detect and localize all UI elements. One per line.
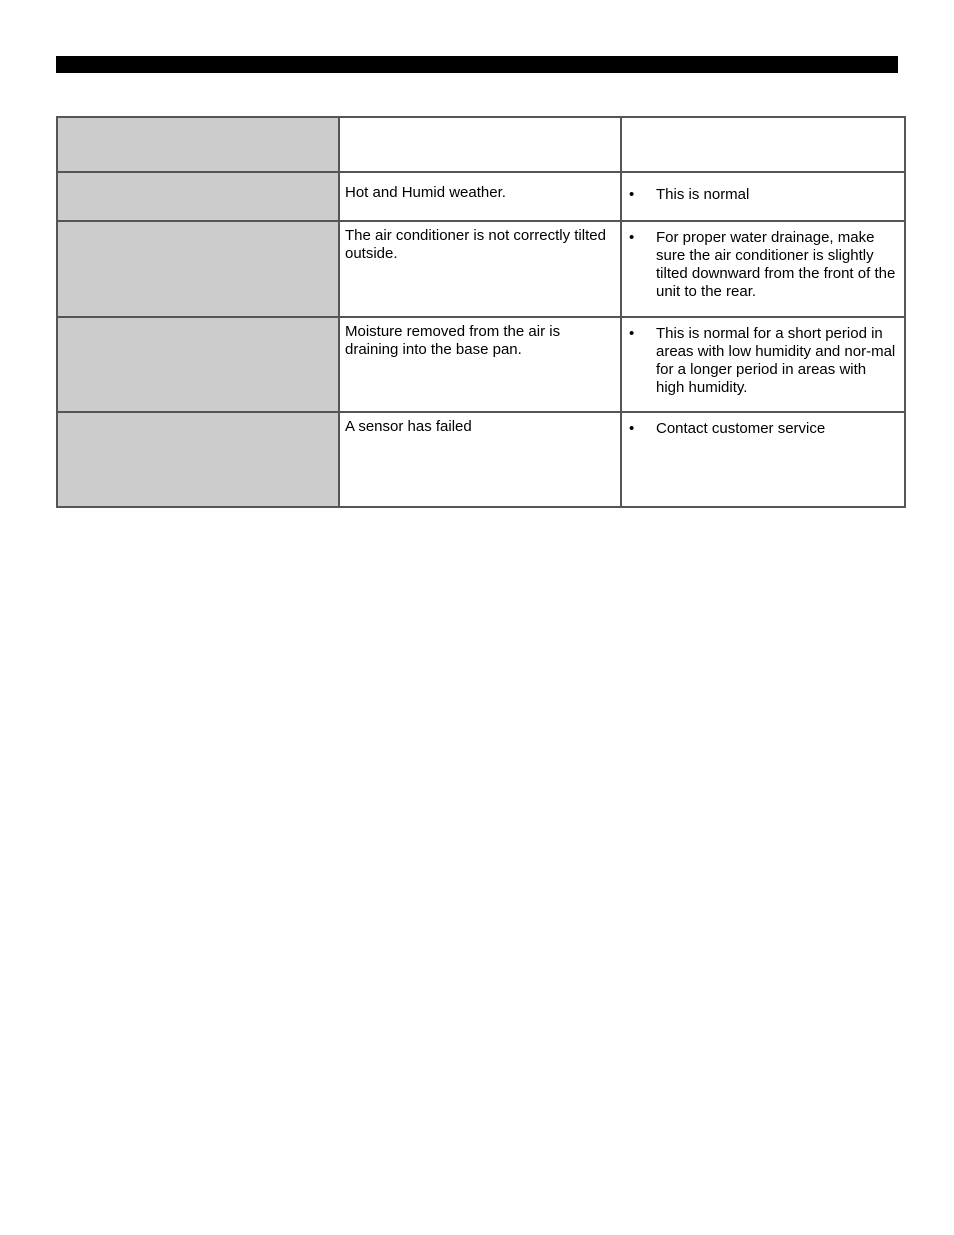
cause-cell: A sensor has failed: [338, 411, 622, 508]
header-problem-cell: [56, 116, 340, 173]
solution-text: This is normal for a short period in are…: [656, 325, 896, 396]
troubleshooting-table: Hot and Humid weather. • This is normal T…: [56, 116, 906, 508]
table-row: A sensor has failed • Contact customer se…: [56, 411, 906, 508]
bullet-icon: •: [629, 325, 635, 342]
header-cause-cell: [338, 116, 622, 173]
solution-cell: • Contact customer service: [620, 411, 906, 508]
bullet-icon: •: [629, 229, 635, 246]
problem-cell: [56, 316, 340, 413]
table-row: Hot and Humid weather. • This is normal: [56, 171, 906, 222]
cause-cell: Moisture removed from the air is drainin…: [338, 316, 622, 413]
solution-cell: • For proper water drainage, make sure th…: [620, 220, 906, 318]
table-row: Moisture removed from the air is drainin…: [56, 316, 906, 413]
solution-cell: • This is normal: [620, 171, 906, 222]
bullet-icon: •: [629, 186, 635, 203]
table-header-row: [56, 116, 906, 173]
problem-cell: [56, 411, 340, 508]
problem-cell: [56, 171, 340, 222]
cause-cell: The air conditioner is not correctly til…: [338, 220, 622, 318]
problem-cell: [56, 220, 340, 318]
solution-text: For proper water drainage, make sure the…: [656, 229, 896, 300]
cause-text: Moisture removed from the air is drainin…: [345, 323, 561, 358]
table-row: The air conditioner is not correctly til…: [56, 220, 906, 318]
cause-text: A sensor has failed: [345, 418, 472, 435]
solution-text: Contact customer service: [656, 420, 826, 437]
cause-text: The air conditioner is not correctly til…: [345, 227, 606, 262]
bullet-icon: •: [629, 420, 635, 437]
solution-cell: • This is normal for a short period in ar…: [620, 316, 906, 413]
cause-cell: Hot and Humid weather.: [338, 171, 622, 222]
header-solution-cell: [620, 116, 906, 173]
section-header-bar: [56, 56, 898, 73]
cause-text: Hot and Humid weather.: [345, 184, 506, 201]
solution-text: This is normal: [656, 186, 750, 203]
